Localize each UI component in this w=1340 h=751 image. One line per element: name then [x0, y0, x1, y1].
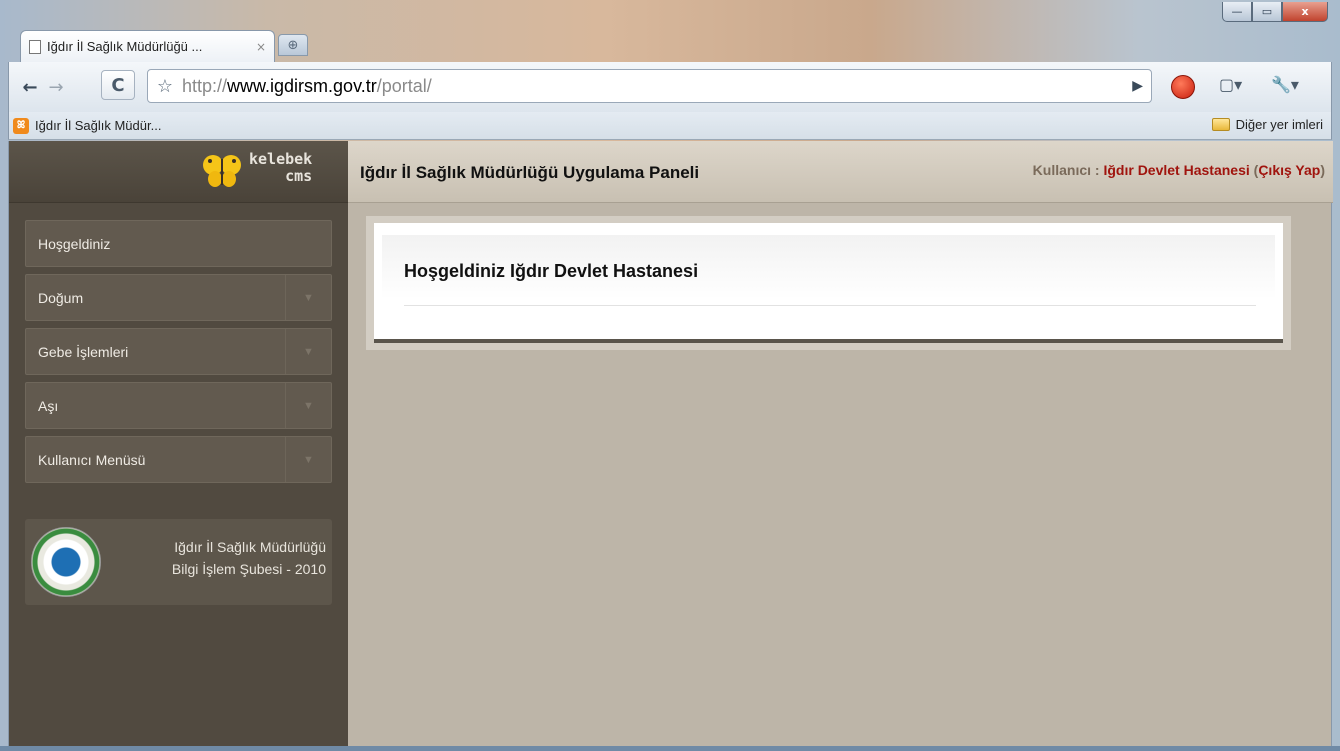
tab-close-icon[interactable]: × — [256, 40, 266, 54]
content-header: Hoşgeldiniz Iğdır Devlet Hastanesi — [382, 235, 1275, 327]
new-tab-button[interactable]: ⊕ — [278, 34, 308, 56]
url-host: www.igdirsm.gov.tr — [227, 75, 377, 96]
browser-toolbar: ← → C ☆ http://www.igdirsm.gov.tr/portal… — [8, 62, 1332, 112]
sidebar-item-label: Kullanıcı Menüsü — [38, 451, 146, 468]
chevron-down-icon[interactable]: ▼ — [285, 437, 331, 482]
browser-window: — ▭ x Iğdır İl Sağlık Müdürlüğü ... × ⊕ … — [0, 0, 1340, 751]
logo-area: kelebek cms — [9, 141, 348, 203]
chevron-down-icon[interactable]: ▼ — [285, 383, 331, 428]
sidebar-item-hosgeldiniz[interactable]: Hoşgeldiniz — [25, 220, 332, 267]
page-icon — [29, 39, 41, 54]
footer-line1: Iğdır İl Sağlık Müdürlüğü — [174, 539, 326, 555]
browser-tab[interactable]: Iğdır İl Sağlık Müdürlüğü ... × — [20, 30, 275, 62]
chevron-down-icon[interactable]: ▼ — [285, 275, 331, 320]
address-bar[interactable]: ☆ http://www.igdirsm.gov.tr/portal/ ▶ — [147, 69, 1152, 103]
user-name-link[interactable]: Iğdır Devlet Hastanesi — [1103, 162, 1249, 178]
user-label: Kullanıcı : — [1032, 162, 1104, 178]
adblock-stop-icon[interactable] — [1171, 75, 1195, 99]
divider — [404, 305, 1256, 306]
sidebar-item-dogum[interactable]: Doğum ▼ — [25, 274, 332, 321]
sidebar-item-gebe-islemleri[interactable]: Gebe İşlemleri ▼ — [25, 328, 332, 375]
header-bar: Iğdır İl Sağlık Müdürlüğü Uygulama Panel… — [348, 141, 1333, 203]
bookmark-star-icon[interactable]: ☆ — [148, 76, 182, 97]
minimize-button[interactable]: — — [1222, 2, 1252, 22]
user-info: Kullanıcı : Iğdır Devlet Hastanesi (Çıkı… — [1033, 162, 1325, 178]
logo-line2: cms — [285, 167, 313, 185]
wrench-menu-icon[interactable]: 🔧▾ — [1271, 75, 1299, 94]
sidebar-item-label: Gebe İşlemleri — [38, 343, 129, 360]
sidebar-item-label: Hoşgeldiniz — [38, 235, 111, 252]
footer-text: Iğdır İl Sağlık Müdürlüğü Bilgi İşlem Şu… — [172, 536, 326, 580]
sidebar-item-kullanici-menusu[interactable]: Kullanıcı Menüsü ▼ — [25, 436, 332, 483]
window-bottom-edge — [0, 746, 1340, 751]
maximize-button[interactable]: ▭ — [1252, 2, 1282, 22]
page-title: Iğdır İl Sağlık Müdürlüğü Uygulama Panel… — [360, 163, 700, 182]
url-path: /portal/ — [376, 75, 432, 96]
folder-icon — [1211, 118, 1230, 131]
sidebar: kelebek cms Hoşgeldiniz Doğum ▼ Gebe İşl… — [9, 141, 348, 746]
content-box: Hoşgeldiniz Iğdır Devlet Hastanesi — [374, 223, 1283, 343]
page-content: kelebek cms Hoşgeldiniz Doğum ▼ Gebe İşl… — [8, 141, 1333, 746]
chevron-down-icon[interactable]: ▼ — [285, 329, 331, 374]
content-panel: Hoşgeldiniz Iğdır Devlet Hastanesi — [366, 216, 1291, 350]
other-bookmarks-label: Diğer yer imleri — [1235, 117, 1323, 132]
sidebar-footer: Iğdır İl Sağlık Müdürlüğü Bilgi İşlem Şu… — [25, 519, 332, 605]
logout-link[interactable]: Çıkış Yap — [1258, 162, 1320, 178]
health-directorate-seal-icon — [31, 527, 101, 597]
sidebar-menu: Hoşgeldiniz Doğum ▼ Gebe İşlemleri ▼ Aşı… — [25, 220, 332, 490]
logo-text: kelebek cms — [249, 151, 312, 185]
url-text[interactable]: http://www.igdirsm.gov.tr/portal/ — [182, 76, 432, 97]
logo-line1: kelebek — [249, 150, 313, 168]
bookmark-favicon-icon: ꕤ — [13, 117, 29, 134]
footer-line2: Bilgi İşlem Şubesi - 2010 — [171, 561, 326, 577]
butterfly-logo-icon — [203, 155, 241, 187]
close-window-button[interactable]: x — [1282, 2, 1328, 22]
sidebar-item-label: Doğum — [38, 289, 84, 306]
reload-button[interactable]: C — [101, 70, 135, 100]
bookmark-item[interactable]: Iğdır İl Sağlık Müdür... — [35, 118, 161, 133]
go-icon[interactable]: ▶ — [1132, 78, 1143, 94]
url-scheme: http:// — [182, 75, 228, 96]
page-menu-icon[interactable]: ▢▾ — [1219, 75, 1242, 94]
bookmarks-bar: ꕤ Iğdır İl Sağlık Müdür... Diğer yer iml… — [8, 112, 1332, 140]
other-bookmarks[interactable]: Diğer yer imleri — [1211, 117, 1323, 132]
welcome-heading: Hoşgeldiniz Iğdır Devlet Hastanesi — [404, 261, 699, 281]
sidebar-item-label: Aşı — [38, 397, 59, 414]
window-controls: — ▭ x — [1222, 2, 1328, 22]
sidebar-item-asi[interactable]: Aşı ▼ — [25, 382, 332, 429]
tab-title: Iğdır İl Sağlık Müdürlüğü ... — [47, 39, 203, 54]
forward-button[interactable]: → — [41, 72, 71, 102]
logout-close-paren: ) — [1320, 162, 1325, 178]
